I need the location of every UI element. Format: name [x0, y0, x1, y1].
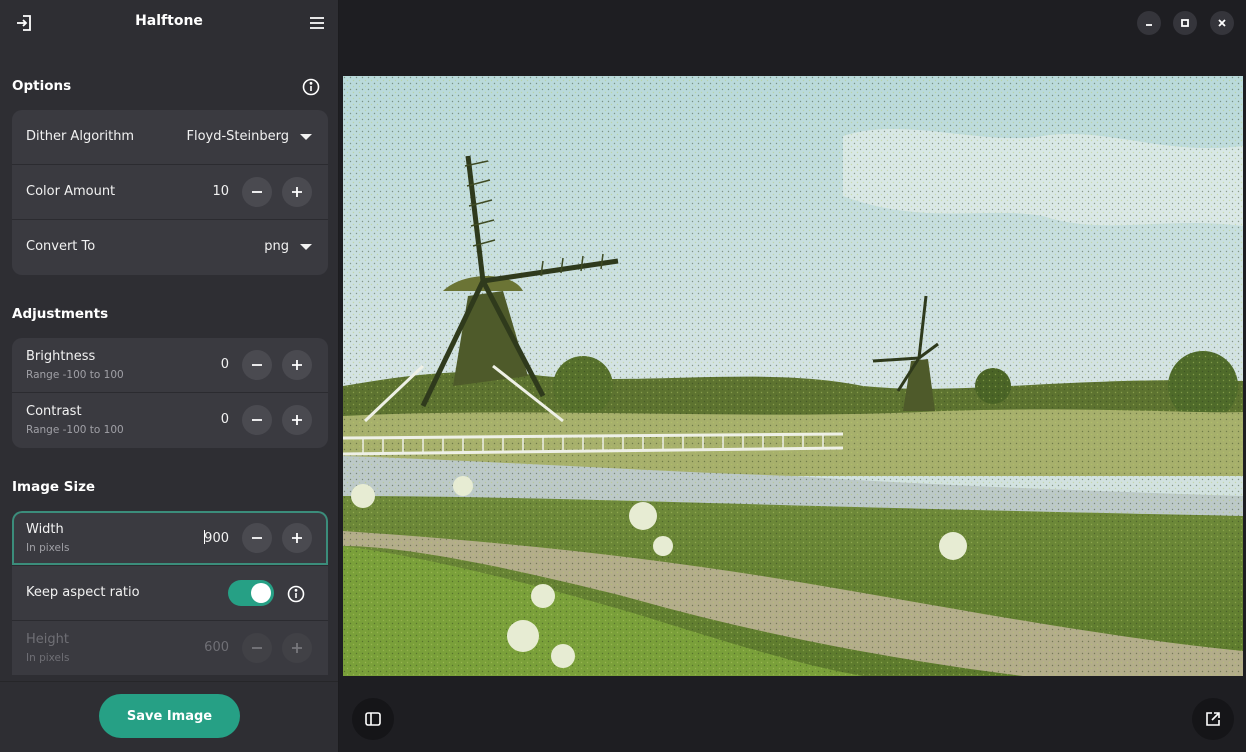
- info-icon: [302, 78, 320, 96]
- width-value: 900: [204, 531, 229, 546]
- toggle-knob: [251, 583, 271, 603]
- height-row: Height In pixels 600: [12, 621, 328, 675]
- open-external-button[interactable]: [1192, 698, 1234, 740]
- image-size-group: Width In pixels 900 Keep aspect ratio He…: [12, 511, 328, 675]
- dither-algorithm-value[interactable]: Floyd-Steinberg: [187, 129, 290, 144]
- adjustments-title: Adjustments: [12, 306, 109, 322]
- plus-icon: [292, 415, 302, 425]
- convert-to-row[interactable]: Convert To png: [12, 220, 328, 275]
- contrast-value[interactable]: 0: [221, 412, 229, 427]
- adjustments-group: Brightness Range -100 to 100 0 Contrast …: [12, 338, 328, 448]
- brightness-range: Range -100 to 100: [26, 369, 124, 381]
- info-icon: [287, 585, 305, 603]
- color-amount-increase-button[interactable]: [282, 177, 312, 207]
- contrast-range: Range -100 to 100: [26, 424, 124, 436]
- brightness-row: Brightness Range -100 to 100 0: [12, 338, 328, 393]
- brightness-decrease-button[interactable]: [242, 350, 272, 380]
- keep-aspect-toggle[interactable]: [228, 580, 274, 606]
- color-amount-decrease-button[interactable]: [242, 177, 272, 207]
- brightness-label: Brightness: [26, 349, 96, 364]
- dither-algorithm-label: Dither Algorithm: [26, 129, 135, 144]
- windmill-landscape-image: [343, 76, 1243, 676]
- dropdown-caret-icon[interactable]: [300, 134, 312, 140]
- keep-aspect-row: Keep aspect ratio: [12, 566, 328, 621]
- brightness-value[interactable]: 0: [221, 357, 229, 372]
- save-image-button[interactable]: Save Image: [99, 694, 240, 738]
- dither-algorithm-row[interactable]: Dither Algorithm Floyd-Steinberg: [12, 110, 328, 165]
- contrast-row: Contrast Range -100 to 100 0: [12, 393, 328, 448]
- sidebar-toggle-icon: [365, 712, 381, 726]
- plus-icon: [292, 360, 302, 370]
- width-row[interactable]: Width In pixels 900: [12, 511, 328, 566]
- width-unit: In pixels: [26, 542, 70, 554]
- main-menu-button[interactable]: [303, 9, 331, 37]
- keep-aspect-label: Keep aspect ratio: [26, 585, 140, 600]
- sidebar-footer: Save Image: [0, 681, 338, 752]
- width-increase-button[interactable]: [282, 523, 312, 553]
- close-button[interactable]: [1210, 11, 1234, 35]
- plus-icon: [292, 643, 302, 653]
- dropdown-caret-icon[interactable]: [300, 244, 312, 250]
- minus-icon: [252, 419, 262, 421]
- preview-area: [339, 0, 1246, 752]
- toggle-sidebar-button[interactable]: [352, 698, 394, 740]
- contrast-increase-button[interactable]: [282, 405, 312, 435]
- plus-icon: [292, 533, 302, 543]
- minus-icon: [252, 647, 262, 649]
- open-external-icon: [1206, 712, 1220, 726]
- minimize-button[interactable]: [1137, 11, 1161, 35]
- sidebar: Halftone Options Dither Algorithm Floyd-…: [0, 0, 339, 752]
- minus-icon: [252, 191, 262, 193]
- contrast-decrease-button[interactable]: [242, 405, 272, 435]
- options-title: Options: [12, 78, 72, 94]
- height-increase-button: [282, 633, 312, 663]
- convert-to-value[interactable]: png: [264, 239, 289, 254]
- height-label: Height: [26, 632, 69, 647]
- options-info-button[interactable]: [297, 73, 325, 101]
- color-amount-label: Color Amount: [26, 184, 116, 199]
- hamburger-menu-icon: [310, 17, 324, 29]
- brightness-increase-button[interactable]: [282, 350, 312, 380]
- width-decrease-button[interactable]: [242, 523, 272, 553]
- maximize-icon: [1181, 19, 1189, 27]
- keep-aspect-info-button[interactable]: [282, 580, 310, 608]
- close-icon: [1218, 19, 1226, 27]
- image-size-title: Image Size: [12, 479, 96, 495]
- minus-icon: [252, 537, 262, 539]
- app-title: Halftone: [135, 13, 203, 29]
- sidebar-header: Halftone: [0, 0, 338, 46]
- convert-to-label: Convert To: [26, 239, 96, 254]
- dithered-image-preview: [343, 76, 1243, 676]
- width-input[interactable]: 900: [204, 530, 229, 546]
- maximize-button[interactable]: [1173, 11, 1197, 35]
- height-unit: In pixels: [26, 652, 70, 664]
- color-amount-value[interactable]: 10: [212, 184, 229, 199]
- minimize-icon: [1146, 24, 1152, 26]
- contrast-label: Contrast: [26, 404, 82, 419]
- options-group: Dither Algorithm Floyd-Steinberg Color A…: [12, 110, 328, 275]
- plus-icon: [292, 187, 302, 197]
- height-value: 600: [204, 640, 229, 655]
- height-decrease-button: [242, 633, 272, 663]
- minus-icon: [252, 364, 262, 366]
- color-amount-row: Color Amount 10: [12, 165, 328, 220]
- width-label: Width: [26, 522, 64, 537]
